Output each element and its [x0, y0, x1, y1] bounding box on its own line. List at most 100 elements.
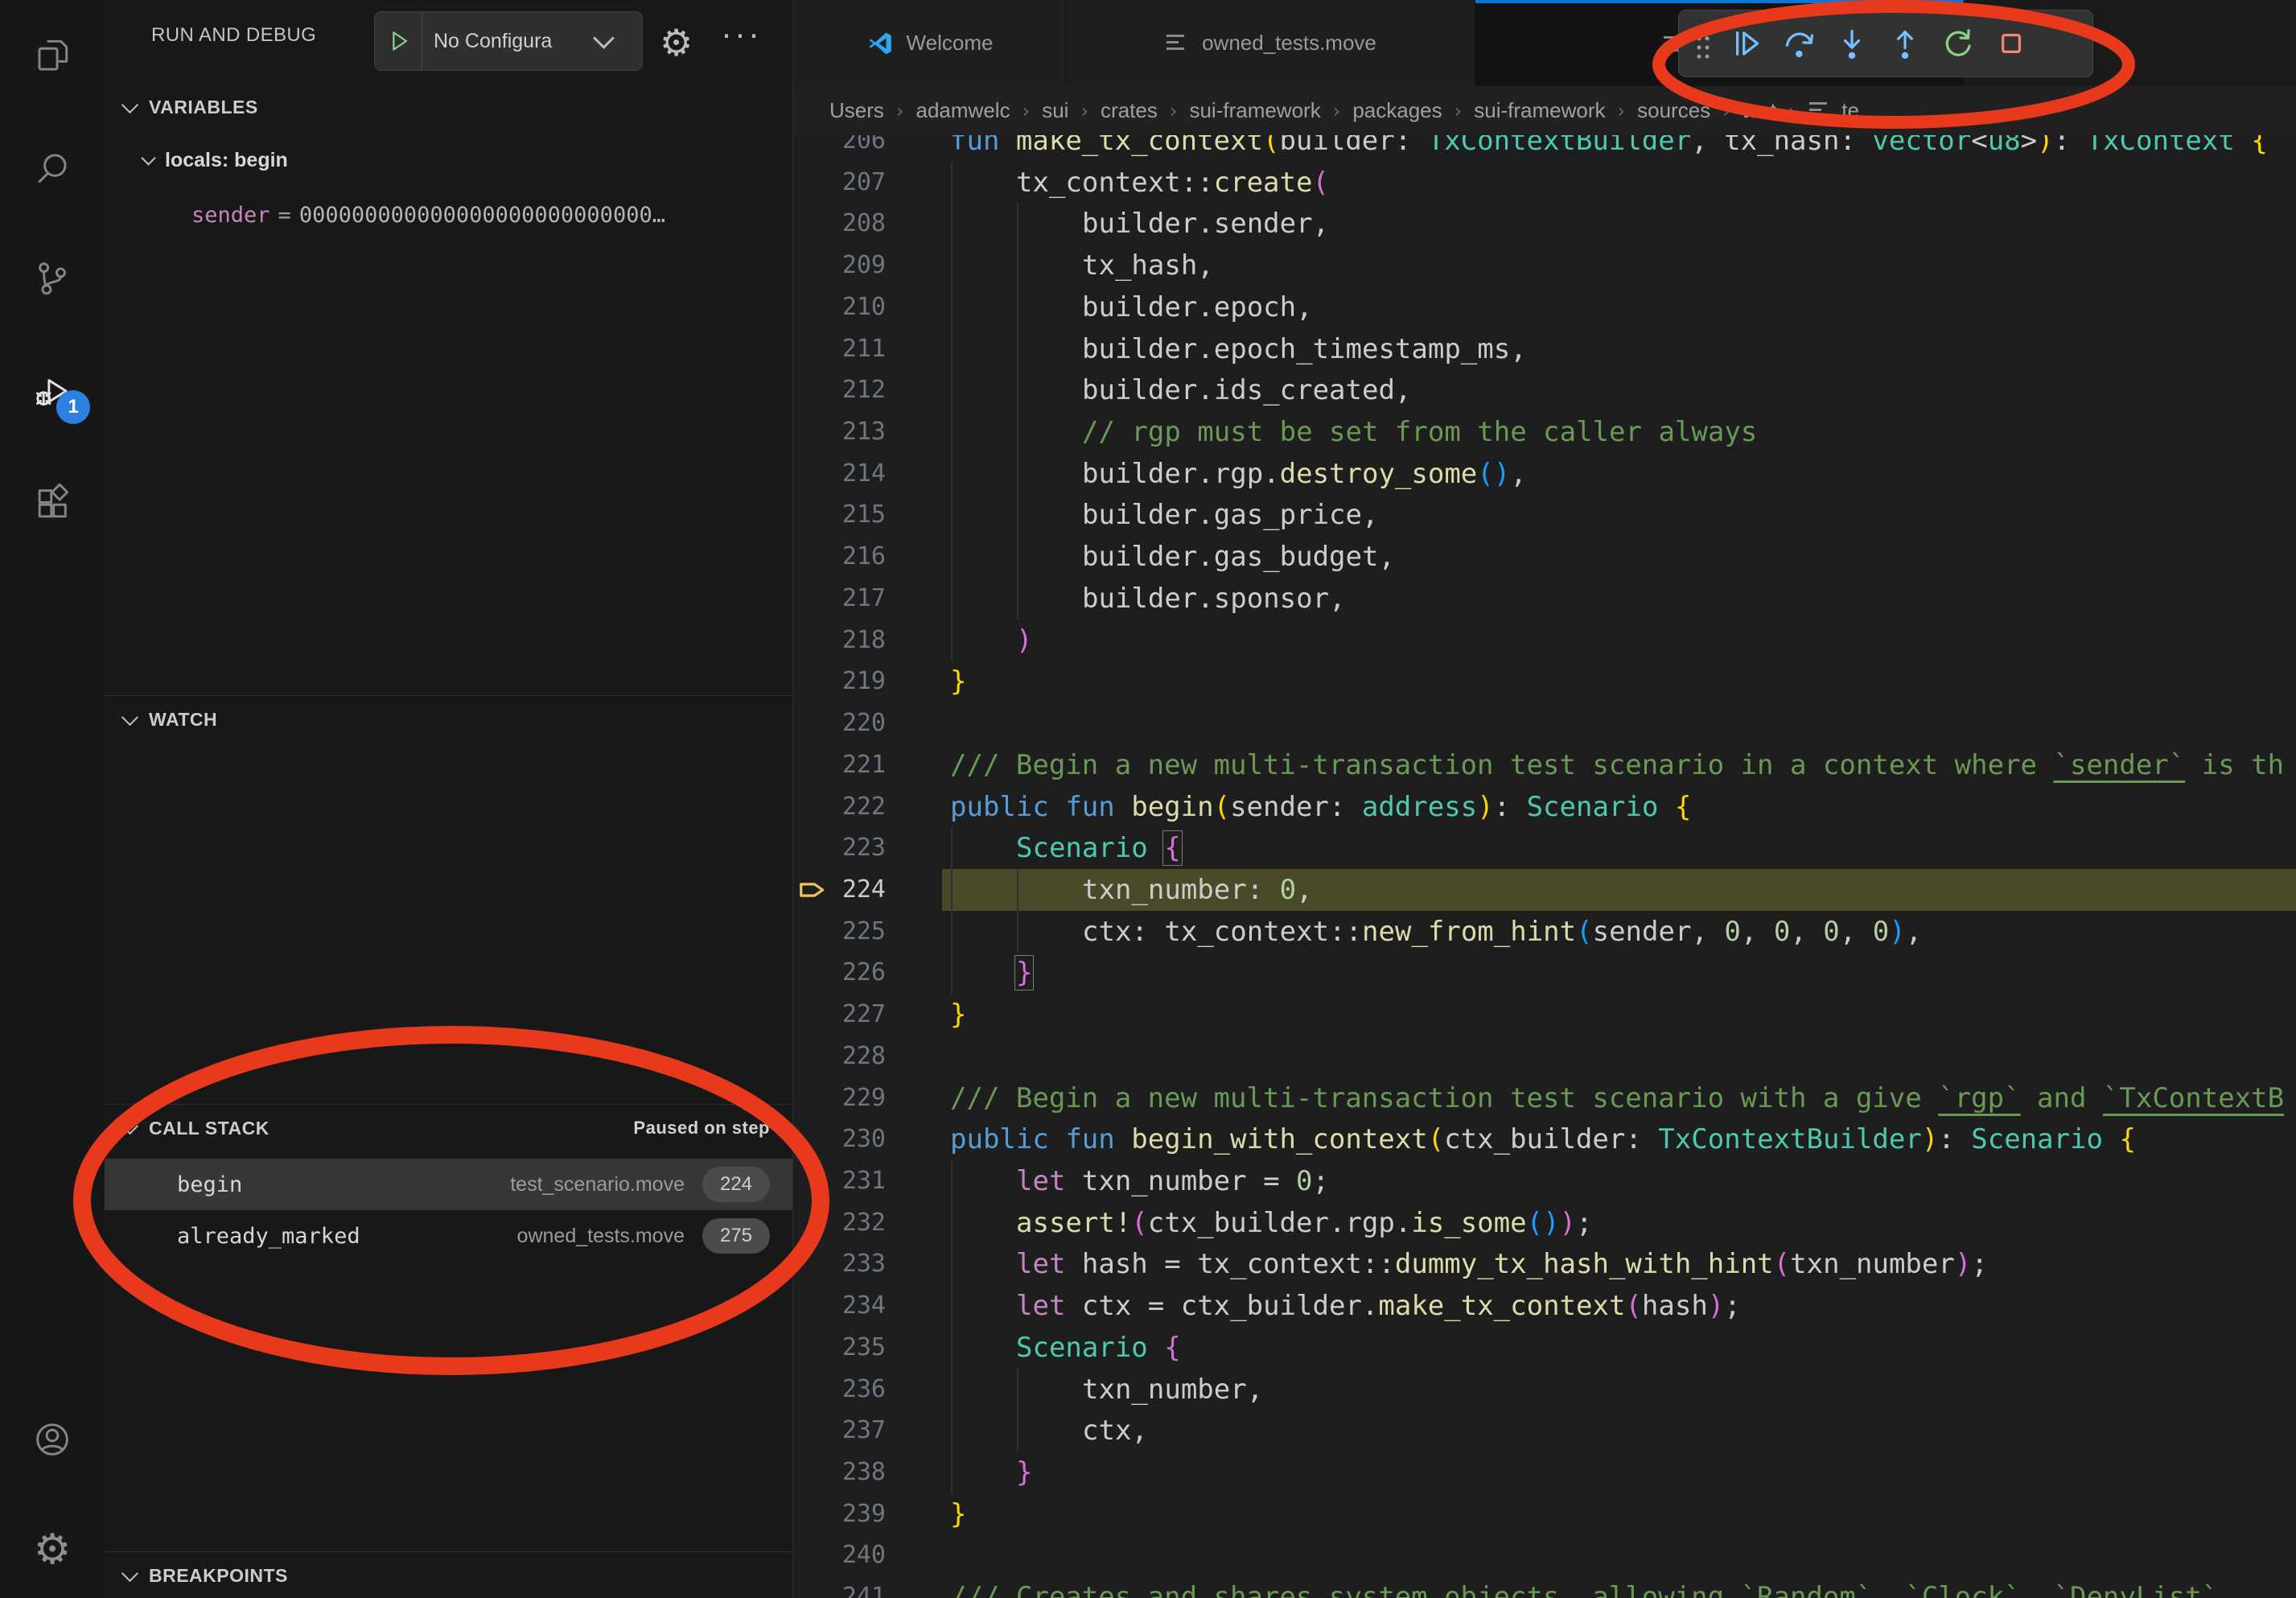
code-line-222: 222public fun begin(sender: address): Sc… — [793, 786, 2296, 828]
code-line-231: 231let txn_number = 0; — [793, 1160, 2296, 1202]
code-line-216: 216builder.gas_budget, — [793, 536, 2296, 578]
restart-icon[interactable] — [1932, 15, 1985, 72]
extensions-icon[interactable] — [0, 459, 105, 548]
line-number: 207 — [793, 162, 886, 204]
code-line-210: 210builder.epoch, — [793, 286, 2296, 328]
code-line-215: 215builder.gas_price, — [793, 494, 2296, 536]
chevron-down-icon — [121, 96, 138, 113]
line-number: 231 — [793, 1160, 886, 1202]
breadcrumb-separator: › — [1080, 100, 1088, 122]
variables-section-header[interactable]: VARIABLES — [105, 84, 792, 130]
explorer-icon[interactable] — [0, 11, 105, 100]
line-number: 240 — [793, 1534, 886, 1576]
breadcrumb-separator: › — [1788, 100, 1796, 122]
step-over-icon[interactable] — [1772, 15, 1825, 72]
line-number: 225 — [793, 911, 886, 953]
tab-label: Welcome — [907, 31, 994, 56]
debug-toolbar — [1678, 10, 2093, 77]
line-number: 214 — [793, 453, 886, 495]
search-icon[interactable] — [0, 124, 105, 212]
breadcrumb-separator: › — [1722, 100, 1730, 122]
run-and-debug-panel: RUN AND DEBUG No Configura ⚙ ··· VARIABL… — [105, 0, 792, 1598]
code-line-211: 211builder.epoch_timestamp_ms, — [793, 328, 2296, 370]
breadcrumb-item[interactable]: Users — [829, 98, 884, 123]
breadcrumb-item[interactable]: crates — [1101, 98, 1158, 123]
code-line-226: 226} — [793, 952, 2296, 994]
call-stack-frame-begin[interactable]: begintest_scenario.move224 — [105, 1159, 792, 1210]
line-number: 219 — [793, 661, 886, 702]
breadcrumb-file[interactable]: te — [1841, 98, 1859, 123]
chevron-down-icon — [121, 1117, 138, 1134]
continue-icon[interactable] — [1719, 15, 1772, 72]
code-line-235: 235Scenario { — [793, 1327, 2296, 1369]
vscode-logo-icon — [866, 30, 894, 57]
code-line-241: 241/// Creates and shares system objects… — [793, 1576, 2296, 1598]
variables-scope-row[interactable]: locals: begin — [105, 138, 792, 182]
line-number: 210 — [793, 286, 886, 328]
code-line-233: 233let hash = tx_context::dummy_tx_hash_… — [793, 1243, 2296, 1285]
line-number: 234 — [793, 1285, 886, 1327]
breadcrumb-item[interactable]: adamwelc — [916, 98, 1010, 123]
line-number: 220 — [793, 702, 886, 744]
breadcrumb-item[interactable]: sources — [1637, 98, 1710, 123]
watch-section-header[interactable]: WATCH — [105, 695, 792, 743]
line-number: 227 — [793, 994, 886, 1036]
config-dropdown-label: No Configura — [422, 30, 595, 53]
variable-row-sender[interactable]: sender = 000000000000000000000000000… — [105, 193, 792, 237]
frame-file: owned_tests.move — [517, 1225, 685, 1248]
code-line-240: 240 — [793, 1534, 2296, 1576]
breakpoints-section-header[interactable]: BREAKPOINTS — [105, 1551, 792, 1598]
step-out-icon[interactable] — [1878, 15, 1932, 72]
code-line-218: 218) — [793, 620, 2296, 661]
code-line-221: 221/// Begin a new multi-transaction tes… — [793, 744, 2296, 786]
call-stack-frame-already_marked[interactable]: already_markedowned_tests.move275 — [105, 1210, 792, 1262]
breadcrumb-item[interactable]: sui — [1042, 98, 1068, 123]
code-line-214: 214builder.rgp.destroy_some(), — [793, 453, 2296, 495]
breadcrumb-item[interactable]: sui-framework — [1474, 98, 1605, 123]
breadcrumb-item[interactable]: sui-framework — [1189, 98, 1320, 123]
debug-settings-gear-icon[interactable]: ⚙ — [660, 21, 693, 64]
line-number: 211 — [793, 328, 886, 370]
chevron-down-icon — [121, 1564, 138, 1581]
code-line-219: 219} — [793, 661, 2296, 702]
breadcrumb-item[interactable]: packages — [1352, 98, 1442, 123]
code-editor[interactable]: 206fun make_tx_context(builder: TxContex… — [793, 86, 2296, 1598]
account-icon[interactable] — [0, 1395, 105, 1484]
line-number: 232 — [793, 1202, 886, 1244]
code-line-208: 208builder.sender, — [793, 203, 2296, 245]
toolbar-drag-handle[interactable] — [1687, 23, 1719, 64]
tab-welcome[interactable]: Welcome — [793, 0, 1067, 86]
code-line-237: 237ctx, — [793, 1410, 2296, 1452]
move-file-icon — [1808, 99, 1832, 123]
chevron-down-icon — [121, 708, 138, 725]
line-number: 237 — [793, 1410, 886, 1452]
call-stack-section-header[interactable]: CALL STACK Paused on step — [105, 1104, 792, 1151]
code-line-238: 238} — [793, 1452, 2296, 1493]
line-number: 223 — [793, 827, 886, 869]
line-number: 226 — [793, 952, 886, 994]
code-line-224: 224txn_number: 0, — [793, 869, 2296, 911]
breadcrumb-item[interactable]: test — [1743, 98, 1776, 123]
move-file-icon — [1165, 31, 1189, 56]
paused-status: Paused on step — [633, 1118, 770, 1139]
stop-icon[interactable] — [1985, 15, 2038, 72]
run-and-debug-icon[interactable]: 1 — [0, 347, 105, 435]
more-actions-icon[interactable]: ··· — [721, 14, 762, 53]
line-number: 209 — [793, 245, 886, 286]
line-number: 224 — [793, 869, 886, 911]
step-into-icon[interactable] — [1825, 15, 1878, 72]
breadcrumb-separator: › — [1170, 100, 1178, 122]
tab-owned-tests-move[interactable]: owned_tests.move — [1067, 0, 1475, 86]
line-number: 229 — [793, 1077, 886, 1119]
code-line-220: 220 — [793, 702, 2296, 744]
debug-config-dropdown[interactable]: No Configura — [374, 11, 643, 71]
breadcrumb[interactable]: Users › adamwelc › sui › crates › sui-framework ›… — [793, 86, 2296, 135]
line-number: 218 — [793, 620, 886, 661]
breadcrumb-separator: › — [1618, 100, 1626, 122]
source-control-icon[interactable] — [0, 234, 105, 323]
frame-line-badge: 224 — [702, 1167, 770, 1202]
settings-gear-icon[interactable]: ⚙ — [0, 1505, 105, 1594]
line-number: 230 — [793, 1118, 886, 1160]
start-debug-icon[interactable] — [375, 12, 422, 70]
vscode-window: 1 ⚙ RUN AND DEBUG No Configura ⚙ ··· VAR… — [0, 0, 2296, 1598]
